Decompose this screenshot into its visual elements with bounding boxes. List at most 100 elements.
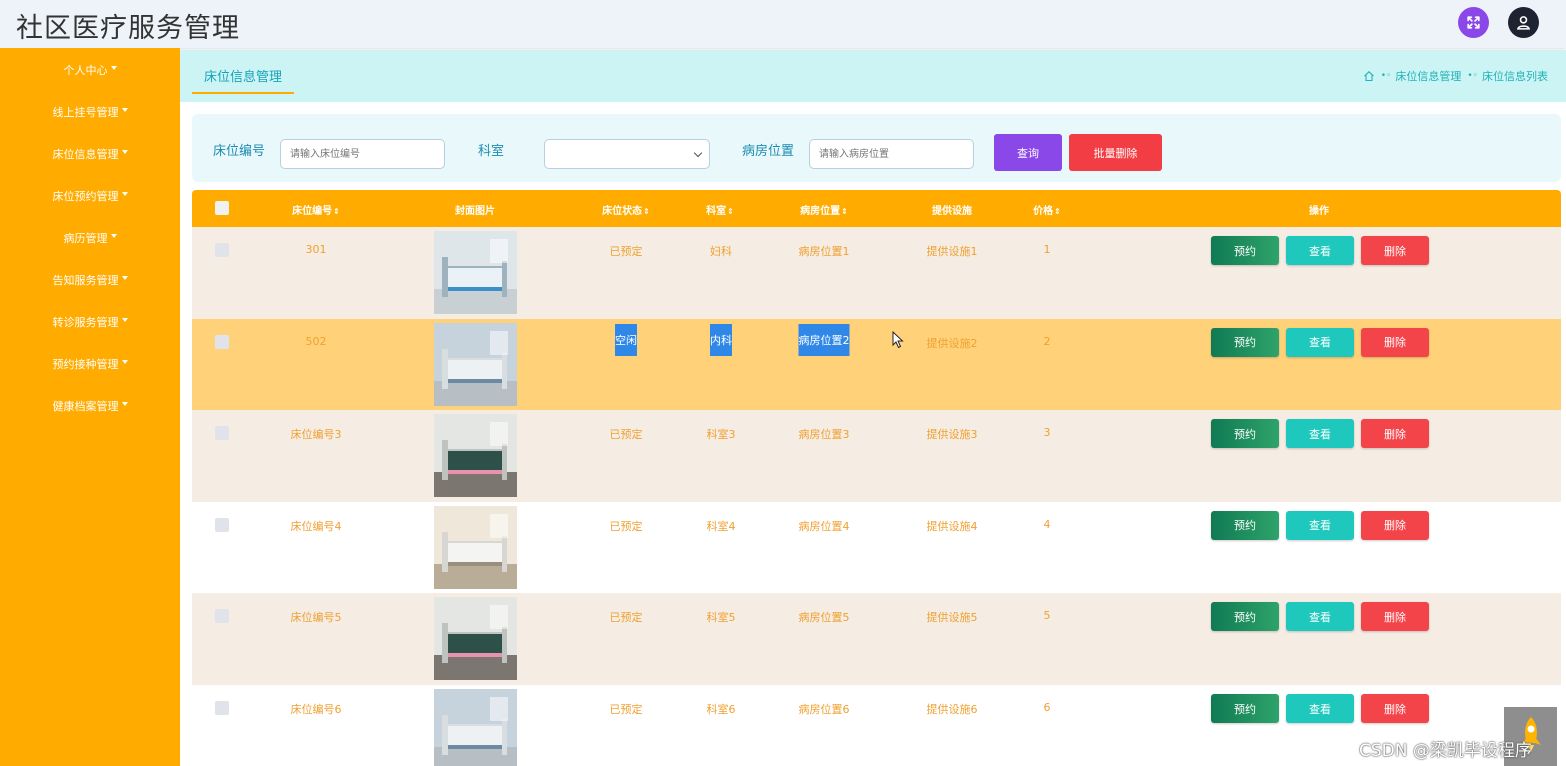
delete-button[interactable]: 删除 [1361,236,1429,265]
sidebar-item-label: 床位预约管理 [52,190,119,203]
row-checkbox[interactable] [215,426,229,441]
cell-bed-no: 床位编号6 [290,703,342,716]
table-row[interactable]: 床位编号3 已预定 科室3 病房位置3 提供设施3 3 预约 查看 删除 [192,410,1561,503]
cover-image[interactable] [434,231,517,314]
sidebar-item-label: 床位信息管理 [52,148,119,161]
sidebar-item[interactable]: 病历管理 [0,217,180,259]
bed-photo-image [434,231,517,314]
cell-bed-no: 502 [305,334,327,348]
breadcrumb-separator-icon: •◦ [1380,71,1392,81]
caret-down-icon [121,192,128,196]
view-button[interactable]: 查看 [1286,602,1354,632]
sidebar-item-label: 健康档案管理 [52,400,119,413]
col-dept[interactable]: 科室⇕ [706,202,734,217]
book-button[interactable]: 预约 [1211,419,1279,449]
delete-button[interactable]: 删除 [1361,419,1429,449]
cell-bed-no: 床位编号4 [290,519,342,533]
sidebar-item[interactable]: 床位预约管理 [0,175,180,217]
row-checkbox[interactable] [215,517,229,532]
table-row[interactable]: 床位编号4 已预定 科室4 病房位置4 提供设施4 4 预约 查看 删除 [192,501,1561,594]
view-button[interactable]: 查看 [1286,419,1354,449]
mouse-cursor-icon [892,331,904,349]
caret-down-icon [110,234,117,238]
sidebar-item[interactable]: 预约接种管理 [0,343,180,385]
view-button[interactable]: 查看 [1286,327,1354,357]
sidebar-item[interactable]: 健康档案管理 [0,385,180,427]
top-header: 社区医疗服务管理 [0,0,1566,48]
cell-dept: 妇科 [710,245,732,258]
table-header: 床位编号⇕ 封面图片 床位状态⇕ 科室⇕ 病房位置⇕ 提供设施 价格⇕ 操作 [192,190,1561,227]
caret-down-icon [121,402,128,406]
home-icon[interactable] [1363,70,1375,82]
breadcrumb-item[interactable]: 床位信息管理 [1395,68,1461,84]
app-title: 社区医疗服务管理 [16,13,240,44]
location-input[interactable] [809,139,974,169]
cell-location: 病房位置3 [798,428,850,442]
book-button[interactable]: 预约 [1211,602,1279,632]
sidebar-item[interactable]: 告知服务管理 [0,259,180,301]
dept-label: 科室 [478,144,505,159]
col-status[interactable]: 床位状态⇕ [602,202,650,217]
cell-facility: 提供设施1 [926,245,978,258]
book-button[interactable]: 预约 [1211,327,1279,357]
delete-button[interactable]: 删除 [1361,694,1429,723]
cell-bed-no: 301 [305,243,327,256]
cell-price: 1 [1043,243,1051,256]
cover-image[interactable] [434,597,517,681]
table-row[interactable]: 床位编号5 已预定 科室5 病房位置5 提供设施5 5 预约 查看 删除 [192,593,1561,686]
row-checkbox[interactable] [215,243,229,257]
view-button[interactable]: 查看 [1286,694,1354,723]
fullscreen-button[interactable] [1458,7,1489,38]
row-checkbox[interactable] [215,701,229,715]
col-price[interactable]: 价格⇕ [1033,202,1061,217]
table-row[interactable]: 床位编号6 已预定 科室6 病房位置6 提供设施6 6 预约 查看 删除 [192,685,1561,766]
cell-bed-no: 床位编号3 [290,428,342,442]
cell-status: 已预定 [609,519,643,533]
table-row[interactable]: 301 已预定 妇科 病房位置1 提供设施1 1 预约 查看 删除 [192,227,1561,319]
sort-icon: ⇕ [333,207,340,216]
sidebar-item[interactable]: 转诊服务管理 [0,301,180,343]
cover-image[interactable] [434,322,517,406]
tab-bed-info[interactable]: 床位信息管理 [192,66,295,94]
cell-facility: 提供设施3 [926,428,978,442]
col-location[interactable]: 病房位置⇕ [800,202,848,217]
cover-image[interactable] [434,414,517,498]
sidebar-item[interactable]: 个人中心 [0,49,180,91]
query-button[interactable]: 查询 [994,134,1062,171]
cover-image[interactable] [434,689,517,766]
col-bed-no[interactable]: 床位编号⇕ [292,202,340,217]
select-all-checkbox[interactable] [215,201,229,215]
batch-delete-button[interactable]: 批量删除 [1069,134,1162,171]
user-icon [1517,16,1530,30]
book-button[interactable]: 预约 [1211,694,1279,723]
cell-price: 3 [1043,426,1051,440]
bed-photo-image [434,597,517,681]
delete-button[interactable]: 删除 [1361,327,1429,357]
sidebar-item-label: 个人中心 [63,64,108,77]
view-button[interactable]: 查看 [1286,510,1354,540]
cell-status: 已预定 [609,245,643,258]
caret-down-icon [121,150,128,154]
location-label: 病房位置 [742,144,795,159]
delete-button[interactable]: 删除 [1361,602,1429,632]
col-actions: 操作 [1309,206,1329,217]
table-row[interactable]: 502 空闲 内科 病房位置2 提供设施2 2 预约 查看 删除 [192,318,1561,411]
sort-icon: ⇕ [727,207,734,216]
caret-down-icon [110,66,117,70]
sidebar-item[interactable]: 床位信息管理 [0,133,180,175]
cell-dept: 科室5 [706,611,736,625]
sidebar-item[interactable]: 线上挂号管理 [0,91,180,133]
tab-bar: 床位信息管理 •◦ 床位信息管理 •◦ 床位信息列表 [180,50,1566,102]
cover-image[interactable] [434,505,517,589]
book-button[interactable]: 预约 [1211,236,1279,265]
book-button[interactable]: 预约 [1211,510,1279,540]
delete-button[interactable]: 删除 [1361,510,1429,540]
user-avatar-button[interactable] [1508,7,1539,38]
view-button[interactable]: 查看 [1286,236,1354,265]
row-checkbox[interactable] [215,334,229,349]
dept-select[interactable] [544,139,710,169]
bed-no-input[interactable] [280,139,445,169]
breadcrumb: •◦ 床位信息管理 •◦ 床位信息列表 [1363,68,1548,84]
cell-location: 病房位置4 [798,519,850,533]
row-checkbox[interactable] [215,609,229,624]
